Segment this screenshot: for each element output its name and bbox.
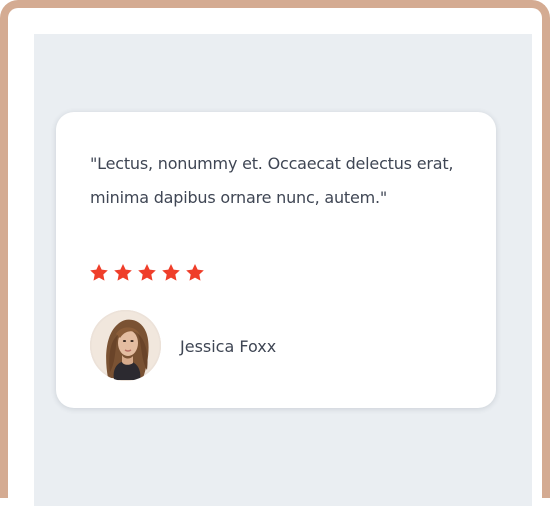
testimonial-quote: "Lectus, nonummy et. Occaecat delectus e… xyxy=(90,154,454,207)
star-rating xyxy=(88,262,206,284)
avatar xyxy=(90,310,161,381)
star-icon xyxy=(160,262,182,284)
author-name: Jessica Foxx xyxy=(180,337,277,356)
testimonial-card: "Lectus, nonummy et. Occaecat delectus e… xyxy=(56,112,496,408)
star-icon xyxy=(184,262,206,284)
star-icon xyxy=(112,262,134,284)
star-icon xyxy=(88,262,110,284)
star-icon xyxy=(136,262,158,284)
